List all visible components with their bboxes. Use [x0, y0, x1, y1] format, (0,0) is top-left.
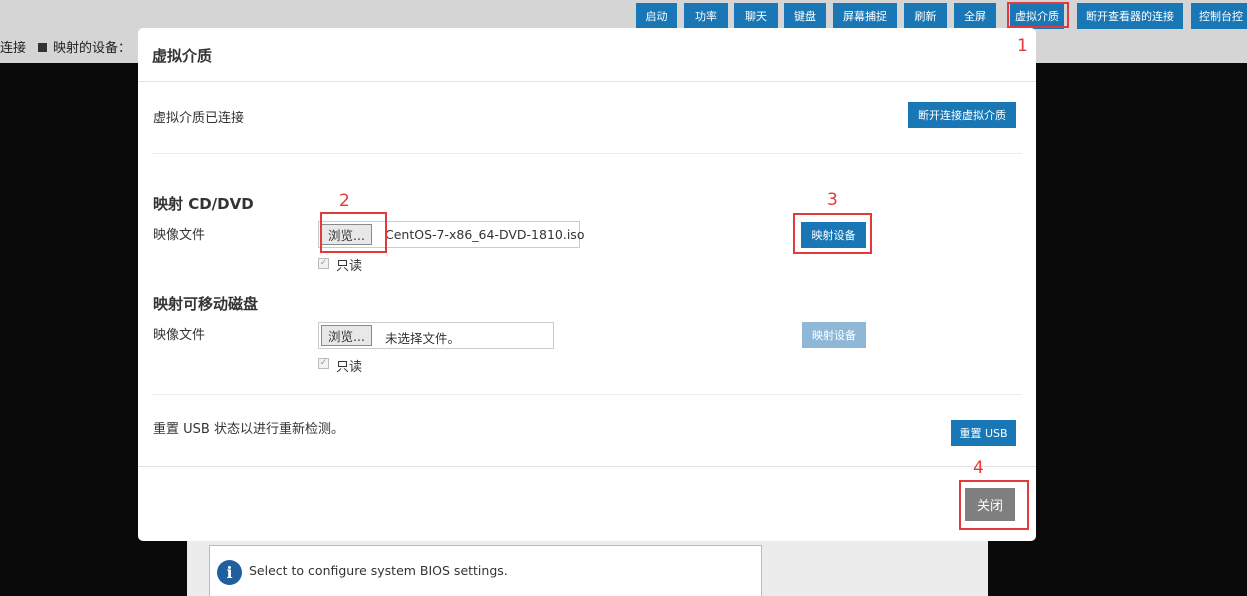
annotation-box-4: [959, 480, 1029, 530]
annotation-number-2: 2: [339, 191, 350, 211]
toolbar-boot-button[interactable]: 启动: [636, 3, 677, 29]
map-cd-dvd-heading: 映射 CD/DVD: [153, 195, 254, 213]
map-removable-disk-heading: 映射可移动磁盘: [153, 295, 259, 313]
connection-status: 连接 映射的设备：: [0, 37, 131, 56]
cd-image-file-label: 映像文件: [153, 228, 206, 243]
cd-readonly-checkbox[interactable]: ✓: [318, 258, 329, 269]
removable-map-device-button[interactable]: 映射设备: [802, 322, 866, 348]
annotation-number-1: 1: [1017, 36, 1028, 56]
footer-divider: [138, 466, 1036, 467]
annotation-number-4: 4: [973, 458, 984, 478]
header-divider: [138, 81, 1036, 82]
bios-hint-text: Select to configure system BIOS settings…: [249, 563, 508, 578]
removable-browse-button[interactable]: 浏览...: [321, 325, 372, 346]
connected-status-text: 虚拟介质已连接: [153, 111, 245, 126]
usb-reset-text: 重置 USB 状态以进行重新检测。: [153, 422, 344, 437]
annotation-box-3: [793, 213, 872, 254]
dialog-title: 虚拟介质: [152, 47, 213, 65]
removable-image-file-label: 映像文件: [153, 328, 206, 343]
toolbar-keyboard-button[interactable]: 键盘: [784, 3, 826, 29]
removable-readonly-label: 只读: [336, 360, 363, 375]
annotation-box-2: [320, 212, 387, 253]
annotation-box-1: [1007, 2, 1069, 28]
toolbar-chat-button[interactable]: 聊天: [734, 3, 778, 29]
section-divider: [152, 153, 1022, 154]
toolbar-fullscreen-button[interactable]: 全屏: [954, 3, 996, 29]
cd-file-name: CentOS-7-x86_64-DVD-1810.iso: [385, 227, 585, 242]
removable-file-name: 未选择文件。: [385, 331, 461, 346]
toolbar-screen-capture-button[interactable]: 屏幕捕捉: [833, 3, 897, 29]
reset-usb-button[interactable]: 重置 USB: [951, 420, 1016, 446]
connection-label: 连接: [0, 41, 27, 56]
removable-file-picker[interactable]: 浏览... 未选择文件。: [318, 322, 554, 349]
virtual-media-dialog: 虚拟介质 虚拟介质已连接 断开连接虚拟介质 映射 CD/DVD 映像文件 浏览.…: [138, 28, 1036, 541]
square-icon: [38, 43, 48, 52]
mapped-devices-label: 映射的设备：: [53, 41, 132, 56]
removable-readonly-checkbox[interactable]: ✓: [318, 358, 329, 369]
info-icon: i: [217, 560, 242, 585]
toolbar-power-button[interactable]: 功率: [684, 3, 728, 29]
toolbar-console-control-button[interactable]: 控制台控: [1191, 3, 1247, 29]
cd-readonly-label: 只读: [336, 259, 363, 274]
toolbar-disconnect-viewer-button[interactable]: 断开查看器的连接: [1077, 3, 1183, 29]
annotation-number-3: 3: [827, 190, 838, 210]
section-divider-usb: [152, 394, 1022, 395]
toolbar-refresh-button[interactable]: 刷新: [904, 3, 947, 29]
disconnect-virtual-media-button[interactable]: 断开连接虚拟介质: [908, 102, 1016, 128]
